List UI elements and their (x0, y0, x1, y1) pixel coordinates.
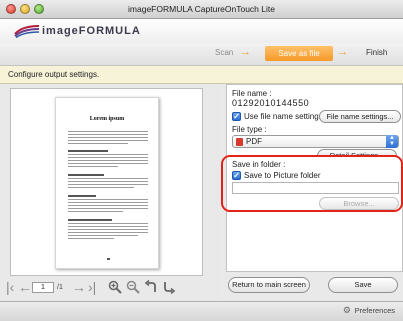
instruction-bar: Configure output settings. (0, 66, 403, 84)
preview-toolbar: |‹ ← 1 /1 → ›| (0, 277, 216, 299)
first-page-icon[interactable]: |‹ (6, 277, 14, 297)
zoom-out-icon[interactable] (126, 280, 140, 294)
preview-area[interactable]: Lorem ipsum (10, 88, 203, 276)
save-in-folder-label: Save in folder : (232, 160, 286, 169)
save-button[interactable]: Save (328, 277, 398, 293)
next-page-icon[interactable]: → (72, 277, 86, 297)
file-name-value[interactable]: 01292010144550 (232, 98, 309, 108)
window-title: imageFORMULA CaptureOnTouch Lite (128, 4, 275, 14)
file-name-label: File name : (232, 89, 272, 98)
title-bar: imageFORMULA CaptureOnTouch Lite (0, 0, 403, 19)
zoom-in-icon[interactable] (108, 280, 122, 294)
pdf-icon (236, 138, 243, 146)
step-save-as-file: Save as file (265, 46, 333, 61)
folder-path-field[interactable] (232, 182, 399, 194)
rotate-left-icon[interactable] (144, 280, 158, 294)
last-page-icon[interactable]: ›| (88, 277, 96, 297)
file-type-label: File type : (232, 125, 267, 134)
brand-logo-icon (14, 25, 40, 38)
browse-button[interactable]: Browse... (319, 197, 399, 210)
document-page-thumbnail: Lorem ipsum (55, 97, 159, 269)
divider (231, 156, 398, 157)
step-arrow-icon: → (337, 46, 348, 58)
preferences-button[interactable]: Preferences (355, 306, 395, 315)
preview-panel: Lorem ipsum (0, 84, 216, 300)
document-title: Lorem ipsum (89, 116, 125, 122)
instruction-text: Configure output settings. (8, 70, 100, 79)
step-bar: Scan → Save as file → Finish (0, 43, 403, 66)
detail-settings-button[interactable]: Detail Settings... (317, 149, 397, 156)
page-total: /1 (57, 284, 63, 291)
use-file-name-settings-checkbox[interactable]: ✓ (232, 112, 241, 121)
page-number-input[interactable]: 1 (32, 282, 54, 293)
brand-bar: imageFORMULA (0, 19, 403, 44)
use-file-name-settings-label: Use file name settings (244, 112, 323, 121)
brand-name: imageFORMULA (42, 25, 141, 37)
step-scan: Scan (215, 48, 234, 57)
save-to-picture-folder-label: Save to Picture folder (244, 171, 321, 180)
settings-panel: File name : 01292010144550 ✓ Use file na… (220, 84, 403, 300)
return-to-main-screen-button[interactable]: Return to main screen (228, 277, 310, 293)
status-bar: ⚙ Preferences (0, 301, 403, 321)
step-arrow-icon: → (240, 46, 251, 58)
file-name-settings-button[interactable]: File name settings... (319, 110, 401, 123)
file-type-value: PDF (246, 137, 262, 146)
preferences-icon[interactable]: ⚙ (343, 305, 351, 316)
prev-page-icon[interactable]: ← (18, 277, 32, 297)
step-finish: Finish (366, 48, 388, 57)
file-type-select[interactable]: PDF ▲ ▼ (232, 135, 399, 148)
rotate-right-icon[interactable] (162, 280, 176, 294)
save-to-picture-folder-checkbox[interactable]: ✓ (232, 171, 241, 180)
select-arrows-icon: ▲ ▼ (386, 135, 398, 148)
settings-box: File name : 01292010144550 ✓ Use file na… (226, 84, 403, 272)
